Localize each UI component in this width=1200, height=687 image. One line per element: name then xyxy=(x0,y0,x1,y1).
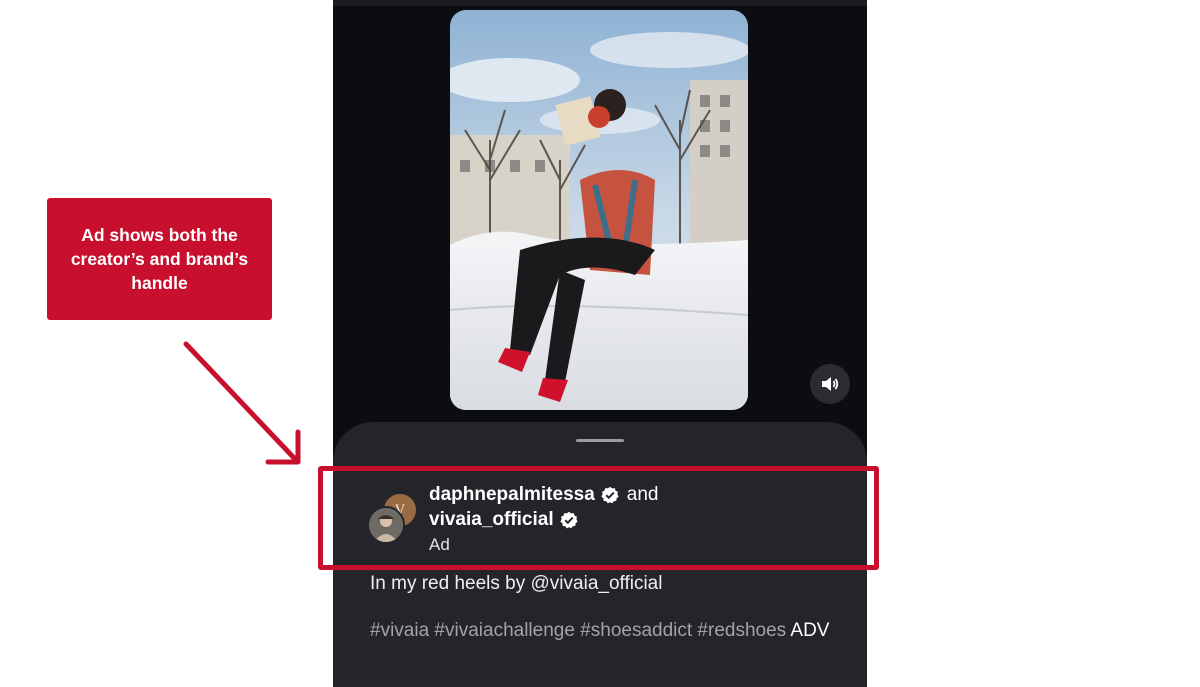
post-caption: In my red heels by @vivaia_official xyxy=(370,573,663,594)
sheet-drag-handle[interactable] xyxy=(576,439,624,442)
phone-screen: V daphnepalmitessa and vivaia_official A… xyxy=(333,0,867,687)
annotation-highlight-box xyxy=(318,466,879,570)
hashtag-list[interactable]: #vivaia #vivaiachallenge #shoesaddict #r… xyxy=(370,620,786,641)
speaker-icon xyxy=(822,377,839,391)
post-media[interactable] xyxy=(450,10,748,410)
mute-toggle-button[interactable] xyxy=(810,364,850,404)
status-strip xyxy=(333,0,867,6)
annotation-callout: Ad shows both the creator’s and brand’s … xyxy=(47,198,272,320)
callout-text: Ad shows both the creator’s and brand’s … xyxy=(70,225,249,293)
annotation-arrow-icon xyxy=(183,341,301,465)
post-hashtags: #vivaia #vivaiachallenge #shoesaddict #r… xyxy=(370,619,840,643)
adv-tag: ADV xyxy=(790,620,830,641)
media-photo xyxy=(450,10,748,410)
